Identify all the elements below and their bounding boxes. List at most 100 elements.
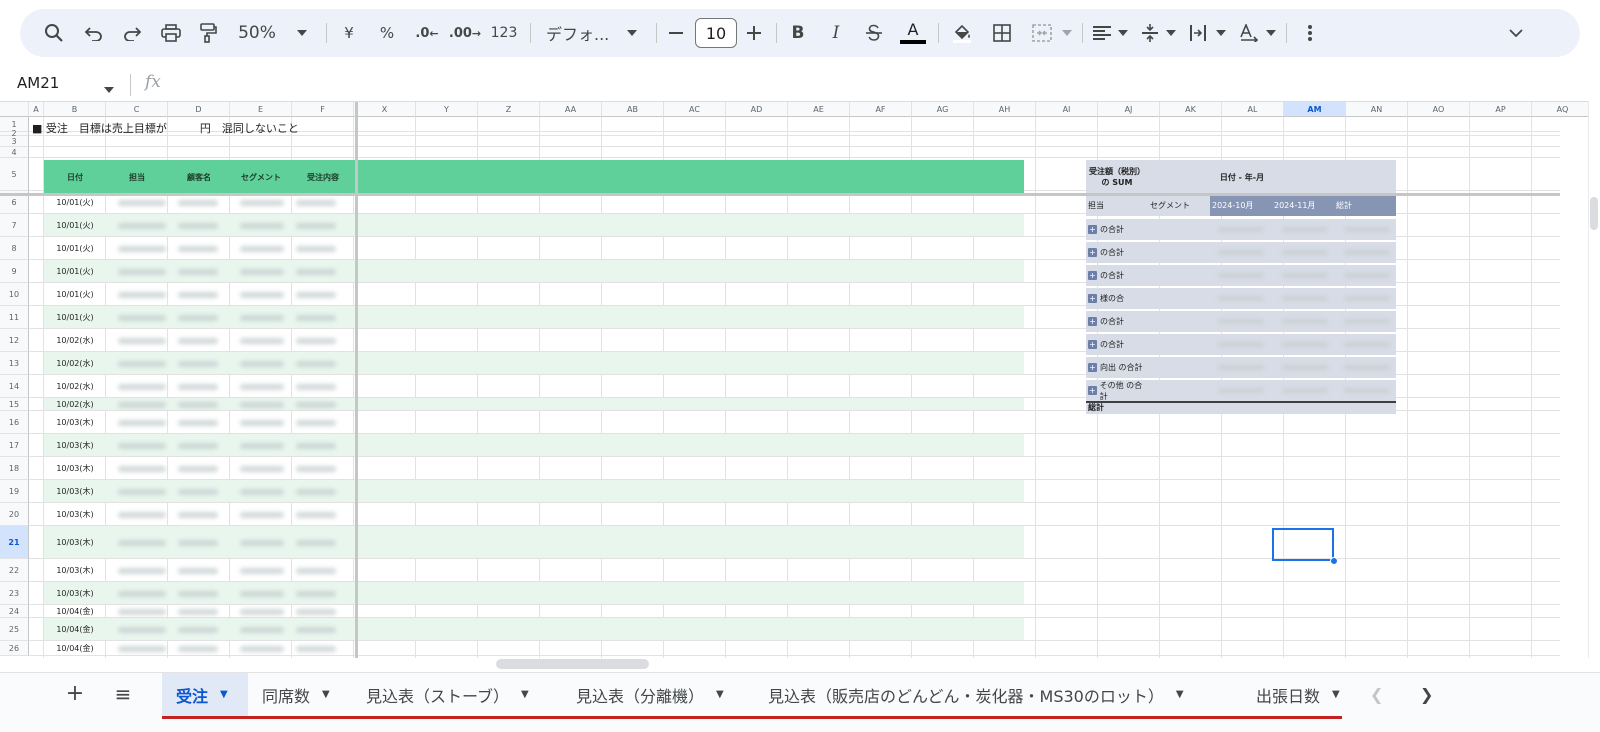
bold-button[interactable]: B [786,9,810,57]
column-header-ag[interactable]: AG [912,102,974,117]
row-header-11[interactable]: 11 [0,306,29,329]
scroll-tabs-left-icon[interactable]: ❮ [1370,685,1383,704]
date-cell[interactable]: 10/01(火) [44,306,106,329]
strikethrough-icon[interactable] [862,9,886,57]
formula-input[interactable] [175,72,1575,96]
column-header-ak[interactable]: AK [1160,102,1222,117]
row-header-15[interactable]: 15 [0,398,29,411]
horizontal-align-icon[interactable] [1090,9,1114,57]
header-person[interactable]: 担当 [106,172,168,183]
expand-plus-icon[interactable]: + [1088,386,1097,395]
spreadsheet-grid[interactable]: A B C D E F X Y Z AA AB AC AD AE AF AG AH AI AJ AK AL AM AN AO A… [0,101,1600,658]
sheet-tab[interactable]: 受注 ▼ [162,673,248,719]
date-cell[interactable]: 10/01(火) [44,283,106,306]
font-family-select[interactable]: デフォ... [540,9,620,57]
expand-plus-icon[interactable]: + [1088,248,1097,257]
chevron-down-icon[interactable] [1214,9,1228,57]
row-header-26[interactable]: 26 [0,641,29,656]
date-cell[interactable]: 10/03(木) [44,582,106,605]
undo-icon[interactable] [82,9,106,57]
date-cell[interactable]: 10/01(火) [44,237,106,260]
frozen-row-divider[interactable] [0,193,1560,196]
column-header-ai[interactable]: AI [1036,102,1098,117]
sheet-tab[interactable]: 見込表（販売店のどんどん・炭化器・MS30のロット） ▼ [754,673,1242,719]
text-rotation-icon[interactable] [1236,9,1262,57]
chevron-down-icon[interactable] [1116,9,1130,57]
row-header-18[interactable]: 18 [0,457,29,480]
chevron-down-icon[interactable] [294,9,310,57]
pivot-row-header-person[interactable]: 担当 [1088,196,1148,216]
italic-button[interactable]: I [824,9,848,57]
chevron-down-icon[interactable] [1060,9,1074,57]
row-header-4[interactable]: 4 [0,147,29,158]
increase-font-size-icon[interactable] [744,9,764,57]
pivot-row-label[interactable]: + の合計 [1086,334,1148,355]
borders-icon[interactable] [988,9,1016,57]
pivot-row-label[interactable]: + の合計 [1086,265,1148,286]
sheet-tab[interactable]: 見込表（ストーブ） ▼ [352,673,562,719]
row-header-20[interactable]: 20 [0,503,29,526]
search-icon[interactable] [40,9,68,57]
print-icon[interactable] [158,9,184,57]
column-header-ac[interactable]: AC [664,102,726,117]
more-formats-button[interactable]: 123 [488,9,520,57]
column-header-am[interactable]: AM [1284,102,1346,117]
date-cell[interactable]: 10/03(木) [44,411,106,434]
row-header-17[interactable]: 17 [0,434,29,457]
column-header-x[interactable]: X [354,102,416,117]
column-header-ab[interactable]: AB [602,102,664,117]
row-header-3[interactable]: 3 [0,136,29,147]
pivot-row-header-segment[interactable]: セグメント [1150,196,1210,216]
column-header-aa[interactable]: AA [540,102,602,117]
column-header-z[interactable]: Z [478,102,540,117]
row-header-12[interactable]: 12 [0,329,29,352]
date-cell[interactable]: 10/01(火) [44,260,106,283]
row-header-7[interactable]: 7 [0,214,29,237]
row-header-14[interactable]: 14 [0,375,29,398]
row-header-19[interactable]: 19 [0,480,29,503]
name-box[interactable]: AM21 [17,74,59,92]
pivot-column-header[interactable]: 日付 - 年-月 [1212,172,1272,183]
date-cell[interactable]: 10/03(木) [44,434,106,457]
selected-cell[interactable] [1272,528,1334,561]
column-header-b[interactable]: B [44,102,106,117]
column-header-a[interactable]: A [29,102,44,117]
column-header-ah[interactable]: AH [974,102,1036,117]
row-header-25[interactable]: 25 [0,618,29,641]
pivot-row-label[interactable]: + の合計 [1086,311,1148,332]
all-sheets-button[interactable]: ≡ [110,681,136,707]
date-cell[interactable]: 10/03(木) [44,457,106,480]
row-header-23[interactable]: 23 [0,582,29,605]
chevron-down-icon[interactable]: ▼ [1176,689,1184,700]
chevron-down-icon[interactable]: ▼ [521,689,529,700]
text-wrapping-icon[interactable] [1186,9,1210,57]
row-header-9[interactable]: 9 [0,260,29,283]
column-header-af[interactable]: AF [850,102,912,117]
pivot-col-2024-11[interactable]: 2024-11月 [1274,196,1334,216]
pivot-value-header[interactable]: 受注額（税別）の SUM [1088,166,1146,188]
column-header-y[interactable]: Y [416,102,478,117]
header-order[interactable]: 受注内容 [292,172,354,183]
column-header-ae[interactable]: AE [788,102,850,117]
date-cell[interactable]: 10/01(火) [44,214,106,237]
zoom-select[interactable]: 50% [232,9,282,57]
text-color-button[interactable]: A [898,9,928,57]
pivot-row-label[interactable]: + の合計 [1086,242,1148,263]
date-cell[interactable]: 10/03(木) [44,480,106,503]
redo-icon[interactable] [120,9,144,57]
pivot-row-label[interactable]: + の合計 [1086,219,1148,240]
sheet-tab[interactable]: 同席数 ▼ [248,673,352,719]
header-segment[interactable]: セグメント [230,172,292,183]
horizontal-scrollbar-thumb[interactable] [496,659,649,669]
row-header-8[interactable]: 8 [0,237,29,260]
chevron-down-icon[interactable]: ▼ [1332,689,1340,700]
date-cell[interactable]: 10/02(水) [44,329,106,352]
column-header-an[interactable]: AN [1346,102,1408,117]
date-cell[interactable]: 10/04(金) [44,605,106,618]
expand-plus-icon[interactable]: + [1088,317,1097,326]
pivot-row-label[interactable]: + 向出 の合計 [1086,357,1148,378]
row-header-13[interactable]: 13 [0,352,29,375]
pivot-row-label[interactable]: + その他 の合計 [1086,380,1148,401]
vertical-scrollbar-thumb[interactable] [1590,197,1598,230]
column-header-ap[interactable]: AP [1470,102,1532,117]
